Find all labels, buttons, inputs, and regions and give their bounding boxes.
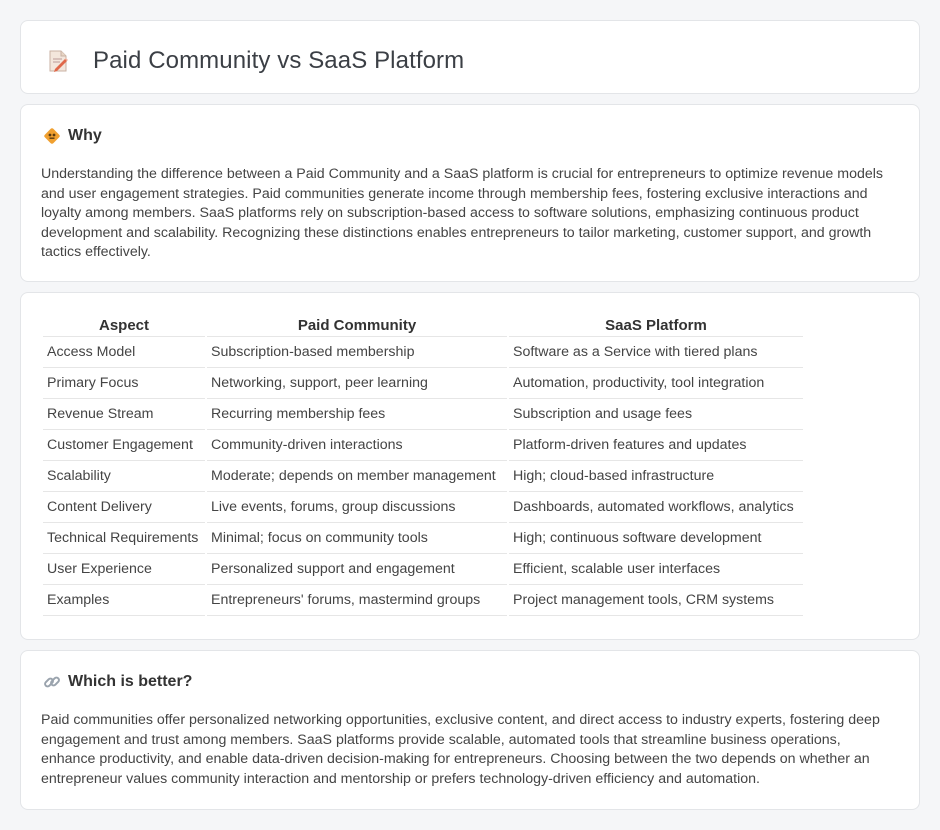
cell-saas-platform: Automation, productivity, tool integrati…: [509, 368, 803, 399]
title-card: Paid Community vs SaaS Platform: [20, 20, 920, 94]
header-paid-community: Paid Community: [207, 313, 507, 337]
which-better-paragraph: Paid communities offer personalized netw…: [41, 712, 880, 787]
comparison-table: Aspect Paid Community SaaS Platform Acce…: [41, 313, 805, 616]
cell-aspect: Primary Focus: [43, 368, 205, 399]
table-row: Access Model Subscription-based membersh…: [43, 337, 803, 368]
cell-paid-community: Personalized support and engagement: [207, 554, 507, 585]
cell-aspect: Customer Engagement: [43, 430, 205, 461]
comparison-card: Aspect Paid Community SaaS Platform Acce…: [20, 292, 920, 640]
cell-paid-community: Moderate; depends on member management: [207, 461, 507, 492]
which-better-heading-label: Which is better?: [68, 673, 193, 690]
cell-aspect: Technical Requirements: [43, 523, 205, 554]
cell-paid-community: Networking, support, peer learning: [207, 368, 507, 399]
cell-saas-platform: Project management tools, CRM systems: [509, 585, 803, 616]
header-saas-platform: SaaS Platform: [509, 313, 803, 337]
diamond-warning-icon: [43, 127, 61, 145]
cell-aspect: Examples: [43, 585, 205, 616]
cell-paid-community: Recurring membership fees: [207, 399, 507, 430]
table-row: Scalability Moderate; depends on member …: [43, 461, 803, 492]
cell-paid-community: Community-driven interactions: [207, 430, 507, 461]
cell-paid-community: Live events, forums, group discussions: [207, 492, 507, 523]
which-better-heading: Which is better?: [43, 673, 192, 691]
why-card: Why Understanding the difference between…: [20, 104, 920, 282]
cell-paid-community: Subscription-based membership: [207, 337, 507, 368]
table-row: Examples Entrepreneurs' forums, mastermi…: [43, 585, 803, 616]
table-row: Technical Requirements Minimal; focus on…: [43, 523, 803, 554]
why-heading-label: Why: [68, 127, 102, 144]
cell-aspect: User Experience: [43, 554, 205, 585]
table-row: Revenue Stream Recurring membership fees…: [43, 399, 803, 430]
table-row: User Experience Personalized support and…: [43, 554, 803, 585]
table-header-row: Aspect Paid Community SaaS Platform: [43, 313, 803, 337]
header-aspect: Aspect: [43, 313, 205, 337]
cell-saas-platform: Platform-driven features and updates: [509, 430, 803, 461]
why-heading: Why: [43, 127, 102, 145]
link-icon: [43, 673, 61, 691]
cell-aspect: Scalability: [43, 461, 205, 492]
page-title: Paid Community vs SaaS Platform: [93, 47, 465, 74]
cell-aspect: Access Model: [43, 337, 205, 368]
cell-saas-platform: High; continuous software development: [509, 523, 803, 554]
table-row: Content Delivery Live events, forums, gr…: [43, 492, 803, 523]
cell-saas-platform: High; cloud-based infrastructure: [509, 461, 803, 492]
cell-aspect: Revenue Stream: [43, 399, 205, 430]
why-paragraph: Understanding the difference between a P…: [41, 166, 883, 261]
cell-saas-platform: Software as a Service with tiered plans: [509, 337, 803, 368]
cell-paid-community: Entrepreneurs' forums, mastermind groups: [207, 585, 507, 616]
cell-saas-platform: Efficient, scalable user interfaces: [509, 554, 803, 585]
cell-saas-platform: Subscription and usage fees: [509, 399, 803, 430]
title-row: Paid Community vs SaaS Platform: [47, 47, 464, 75]
cell-paid-community: Minimal; focus on community tools: [207, 523, 507, 554]
table-row: Customer Engagement Community-driven int…: [43, 430, 803, 461]
document-edit-icon: [47, 49, 69, 73]
cell-saas-platform: Dashboards, automated workflows, analyti…: [509, 492, 803, 523]
cell-aspect: Content Delivery: [43, 492, 205, 523]
which-better-card: Which is better? Paid communities offer …: [20, 650, 920, 810]
table-row: Primary Focus Networking, support, peer …: [43, 368, 803, 399]
